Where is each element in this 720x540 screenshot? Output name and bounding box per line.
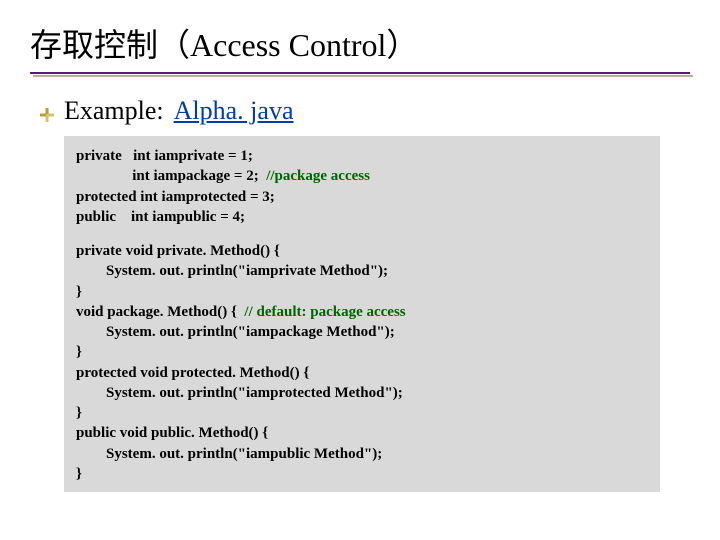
code-line: int iampackage = 2; — [76, 168, 266, 184]
code-line: System. out. println("iamprotected Metho… — [76, 385, 403, 401]
code-line: } — [76, 344, 82, 360]
code-line: System. out. println("iampackage Method"… — [76, 324, 395, 340]
code-line: private void private. Method() { — [76, 243, 280, 259]
code-comment: // default: package access — [244, 304, 405, 320]
plus-bullet-icon — [40, 108, 54, 122]
slide-title: 存取控制（Access Control） — [30, 20, 690, 66]
code-comment: //package access — [266, 168, 370, 184]
example-link[interactable]: Alpha. java — [174, 96, 294, 126]
code-line: } — [76, 466, 82, 482]
code-line: public void public. Method() { — [76, 425, 268, 441]
code-block: private int iamprivate = 1; int iampacka… — [64, 136, 660, 492]
code-line: System. out. println("iamprivate Method"… — [76, 263, 388, 279]
code-line: System. out. println("iampublic Method")… — [76, 446, 382, 462]
title-divider — [30, 72, 690, 78]
code-line: } — [76, 405, 82, 421]
example-row: Example: Alpha. java — [40, 96, 690, 126]
code-line: private int iamprivate = 1; — [76, 148, 253, 164]
code-line: protected int iamprotected = 3; — [76, 189, 275, 205]
code-line: protected void protected. Method() { — [76, 365, 309, 381]
example-label: Example: — [64, 96, 164, 126]
code-line: } — [76, 284, 82, 300]
code-line: void package. Method() { — [76, 304, 244, 320]
code-line: public int iampublic = 4; — [76, 209, 245, 225]
